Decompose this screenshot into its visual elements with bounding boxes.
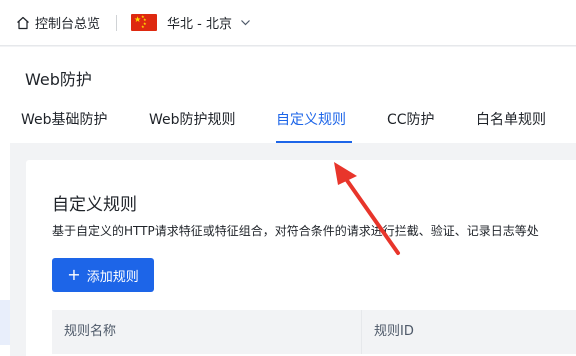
plus-icon: + — [67, 265, 81, 284]
tab-web-protection-rules[interactable]: Web防护规则 — [149, 109, 236, 143]
page-title: Web防护 — [25, 70, 92, 89]
add-rule-button[interactable]: + 添加规则 — [52, 258, 154, 292]
tab-label: Web基础防护 — [21, 112, 108, 128]
tab-label: CC防护 — [387, 112, 435, 128]
console-overview-label: 控制台总览 — [35, 17, 101, 32]
tab-cc-protection[interactable]: CC防护 — [387, 109, 435, 143]
chevron-down-icon — [241, 20, 250, 26]
custom-rules-card: 自定义规则 基于自定义的HTTP请求特征或特征组合，对符合条件的请求进行拦截、验… — [26, 160, 576, 356]
tab-label: 自定义规则 — [276, 112, 346, 128]
column-header-rule-name: 规则名称 — [52, 310, 362, 354]
tab-whitelist-rules[interactable]: 白名单规则 — [476, 109, 546, 143]
page-header: Web防护 Web基础防护 Web防护规则 自定义规则 CC防护 白名单规则 — [0, 47, 576, 143]
region-label: 华北 - 北京 — [167, 17, 232, 32]
column-header-rule-id: 规则ID — [374, 324, 414, 339]
divider — [116, 14, 118, 31]
home-icon — [17, 16, 29, 29]
console-overview-link[interactable]: 控制台总览 — [16, 13, 100, 32]
card-description: 基于自定义的HTTP请求特征或特征组合，对符合条件的请求进行拦截、验证、记录日志… — [52, 224, 539, 238]
tab-bar: Web基础防护 Web防护规则 自定义规则 CC防护 白名单规则 — [0, 109, 576, 143]
tab-label: Web防护规则 — [149, 112, 236, 128]
tab-custom-rules[interactable]: 自定义规则 — [276, 109, 352, 143]
tab-web-basic-protection[interactable]: Web基础防护 — [21, 109, 108, 143]
left-sidebar-highlight — [0, 300, 10, 345]
region-selector[interactable]: ★ ★ ★ ★ ★ 华北 - 北京 — [131, 13, 251, 32]
add-rule-label: 添加规则 — [86, 269, 139, 285]
rules-table-header: 规则名称 规则ID — [52, 310, 576, 354]
tab-label: 白名单规则 — [476, 112, 546, 128]
card-title: 自定义规则 — [52, 195, 137, 215]
china-flag-icon: ★ ★ ★ ★ ★ — [131, 14, 158, 31]
top-bar: 控制台总览 ★ ★ ★ ★ ★ 华北 - 北京 — [0, 0, 576, 46]
active-tab-indicator — [276, 141, 352, 143]
